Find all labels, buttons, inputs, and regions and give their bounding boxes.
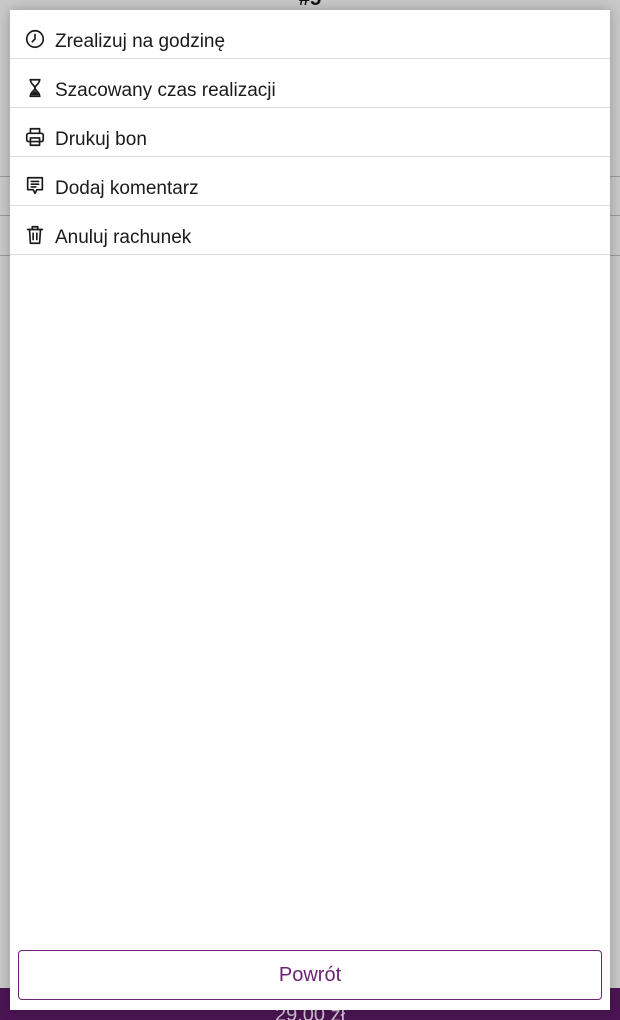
- clock-icon: [24, 28, 46, 50]
- menu-item-label: Zrealizuj na godzinę: [55, 31, 226, 52]
- menu-item-print-receipt[interactable]: Drukuj bon: [10, 108, 610, 157]
- menu-item-cancel-bill[interactable]: Anuluj rachunek: [10, 206, 610, 255]
- menu-item-label: Szacowany czas realizacji: [55, 80, 276, 101]
- trash-icon: [24, 224, 46, 246]
- menu-item-schedule[interactable]: Zrealizuj na godzinę: [10, 10, 610, 59]
- menu-item-label: Dodaj komentarz: [55, 178, 199, 199]
- menu-item-add-comment[interactable]: Dodaj komentarz: [10, 157, 610, 206]
- actions-modal: Zrealizuj na godzinę Szacowany czas real…: [10, 10, 610, 1010]
- back-button[interactable]: Powrót: [18, 950, 602, 1000]
- comment-icon: [24, 175, 46, 197]
- hourglass-icon: [24, 77, 46, 99]
- printer-icon: [24, 126, 46, 148]
- menu-item-label: Anuluj rachunek: [55, 227, 192, 248]
- menu-item-estimated-time[interactable]: Szacowany czas realizacji: [10, 59, 610, 108]
- menu-item-label: Drukuj bon: [55, 129, 147, 150]
- actions-menu: Zrealizuj na godzinę Szacowany czas real…: [10, 10, 610, 255]
